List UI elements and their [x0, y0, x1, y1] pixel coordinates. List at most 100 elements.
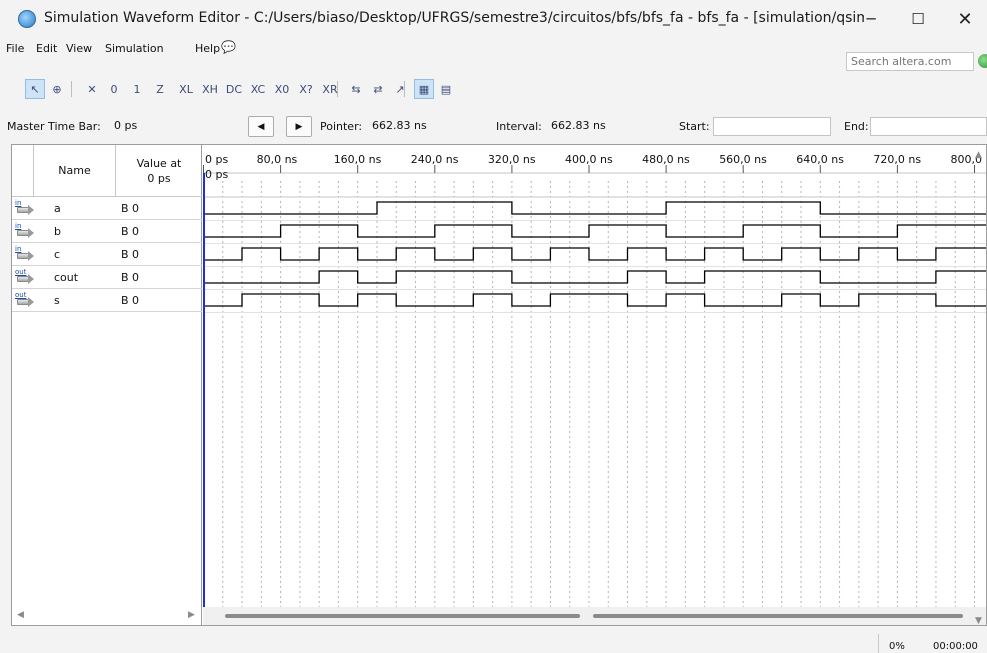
out-port-icon: out: [15, 291, 34, 308]
port-arrow-icon: [17, 251, 34, 261]
value-header-line1: Value at: [136, 156, 182, 170]
forcing-high-icon[interactable]: 1: [127, 79, 147, 99]
signal-value: B 0: [121, 294, 140, 307]
signal-value: B 0: [121, 248, 140, 261]
in-port-icon: in: [15, 245, 34, 262]
scroll-down-icon[interactable]: ▼: [975, 616, 982, 625]
weak-high-icon[interactable]: XH: [200, 79, 220, 99]
timeline-tick-label: 640,0 ns: [796, 153, 844, 166]
port-arrow-icon: [17, 228, 34, 238]
high-impedance-icon[interactable]: Z: [150, 79, 170, 99]
forcing-unknown-icon[interactable]: ✕: [82, 79, 102, 99]
timeline-tick-label: 0 ps: [205, 153, 228, 166]
timeline-tick-label: 400,0 ns: [565, 153, 613, 166]
netlist-icon[interactable]: ↗: [390, 79, 410, 99]
cursor-time-label: 0 ps: [205, 168, 228, 181]
signal-list-pane: Name Value at 0 ps in a B 0 in b B 0 in c B 0 out…: [12, 145, 202, 625]
clock-icon[interactable]: XC: [248, 79, 268, 99]
signal-row[interactable]: in c B 0: [12, 243, 202, 266]
port-arrow-icon: [17, 274, 34, 284]
toolbar-separator: [404, 81, 405, 97]
waveform-cout[interactable]: [203, 270, 986, 284]
menu-edit[interactable]: Edit: [36, 42, 57, 55]
port-direction-label: in: [15, 222, 22, 230]
dont-care-icon[interactable]: DC: [224, 79, 244, 99]
progress-percent: 0%: [889, 641, 905, 652]
window-title: Simulation Waveform Editor - C:/Users/bi…: [44, 10, 864, 26]
title-bar: Simulation Waveform Editor - C:/Users/bi…: [0, 0, 987, 38]
waveform-c[interactable]: [203, 247, 986, 261]
pointer-field: 662.83 ns: [372, 119, 427, 132]
globe-icon[interactable]: [978, 54, 987, 68]
name-column-header[interactable]: Name: [34, 145, 116, 197]
weak-low-icon[interactable]: XL: [176, 79, 196, 99]
maximize-button[interactable]: ☐: [895, 0, 941, 38]
port-direction-label: out: [15, 291, 27, 299]
menu-view[interactable]: View: [66, 42, 92, 55]
status-bar: 0% 00:00:00: [0, 630, 987, 653]
menu-file[interactable]: File: [6, 42, 24, 55]
waveform-s[interactable]: [203, 293, 986, 307]
time-control-bar: Master Time Bar: 0 ps ◀ ▶ Pointer: 662.8…: [0, 112, 987, 140]
timeline-tick-label: 320,0 ns: [488, 153, 536, 166]
in-port-icon: in: [15, 199, 34, 216]
minimize-button[interactable]: ─: [848, 0, 894, 38]
forcing-low-icon[interactable]: 0: [104, 79, 124, 99]
pointer-label: Pointer:: [320, 120, 363, 133]
out-port-icon: out: [15, 268, 34, 285]
prev-transition-button[interactable]: ◀: [248, 116, 274, 137]
timeline-tick-label: 80,0 ns: [257, 153, 298, 166]
scroll-right-icon[interactable]: ▶: [188, 610, 195, 620]
waveform-a[interactable]: [203, 201, 986, 215]
zoom-tool-icon[interactable]: ⊕: [47, 79, 67, 99]
grid-snap-icon[interactable]: ▦: [414, 79, 434, 99]
signal-row[interactable]: in b B 0: [12, 220, 202, 243]
master-time-bar-label: Master Time Bar:: [7, 120, 101, 133]
search-input[interactable]: [846, 52, 974, 71]
close-button[interactable]: ✕: [942, 0, 987, 38]
signal-row[interactable]: out cout B 0: [12, 266, 202, 289]
menu-help[interactable]: Help: [195, 42, 220, 55]
waveform-b[interactable]: [203, 224, 986, 238]
quartus-app-icon: [18, 10, 36, 28]
timeline-tick-label: 560,0 ns: [719, 153, 767, 166]
scrollbar-thumb[interactable]: [225, 614, 580, 618]
port-arrow-icon: [17, 205, 34, 215]
value-header-line2: 0 ps: [147, 171, 171, 185]
count-value-icon[interactable]: X0: [272, 79, 292, 99]
in-port-icon: in: [15, 222, 34, 239]
waveform-toolbar: ↖ ⊕ ✕ 0 1 Z XL XH DC XC X0 X? XR ⇆ ⇄ ↗ ▦ ▤: [0, 76, 987, 102]
icon-column-header: [12, 145, 34, 197]
value-column-header[interactable]: Value at 0 ps: [116, 145, 202, 197]
arbitrary-value-icon[interactable]: X?: [296, 79, 316, 99]
timing-sim-icon[interactable]: ⇄: [368, 79, 388, 99]
signal-row[interactable]: in a B 0: [12, 197, 202, 220]
signal-row[interactable]: out s B 0: [12, 289, 202, 312]
chat-icon[interactable]: 💬: [221, 40, 236, 54]
master-time-bar-field[interactable]: 0 ps: [110, 117, 242, 136]
functional-sim-icon[interactable]: ⇆: [346, 79, 366, 99]
signal-name: c: [54, 248, 61, 261]
signal-name: s: [54, 294, 60, 307]
scrollbar-track-segment[interactable]: [593, 614, 963, 618]
scroll-left-icon[interactable]: ◀: [17, 610, 24, 620]
interval-field: 662.83 ns: [551, 119, 606, 132]
selection-tool-icon[interactable]: ↖: [25, 79, 45, 99]
toolbar-separator: [71, 81, 72, 97]
start-field[interactable]: [713, 117, 831, 136]
start-label: Start:: [679, 120, 710, 133]
timeline-tick-label: 160,0 ns: [334, 153, 382, 166]
status-divider: [878, 634, 879, 653]
name-pane-scrollbar[interactable]: ◀ ▶: [12, 607, 202, 625]
menu-simulation[interactable]: Simulation: [105, 42, 164, 55]
waveform-canvas[interactable]: 0 ps 80,0 ns 160,0 ns 240,0 ns 320,0 ns 400,0…: [203, 145, 986, 625]
next-transition-button[interactable]: ▶: [286, 116, 312, 137]
node-finder-icon[interactable]: ▤: [436, 79, 456, 99]
toolbar-separator: [337, 81, 338, 97]
end-field[interactable]: [870, 117, 987, 136]
scroll-up-icon[interactable]: ▲: [975, 150, 982, 160]
signal-value: B 0: [121, 225, 140, 238]
menu-bar: File Edit View Simulation Help 💬: [0, 38, 987, 60]
port-direction-label: in: [15, 245, 22, 253]
timeline-tick-label: 480,0 ns: [642, 153, 690, 166]
